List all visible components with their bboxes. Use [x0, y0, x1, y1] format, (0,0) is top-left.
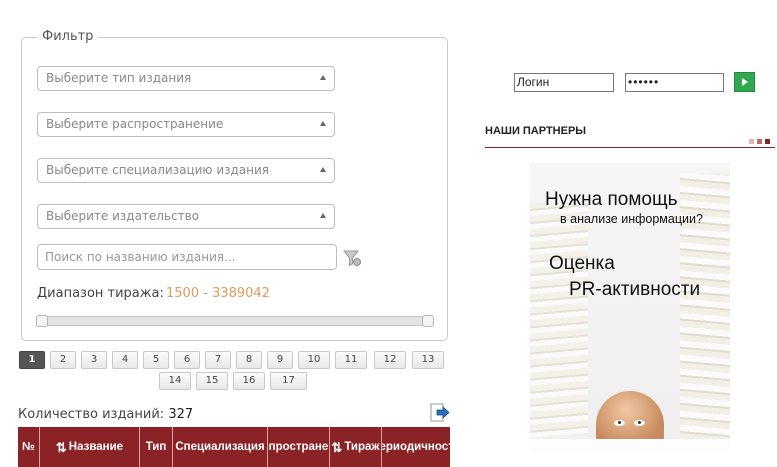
column-header-periodicity-label: Периодичность — [382, 440, 450, 453]
column-header-circulation-label: Тираж — [344, 440, 380, 453]
publications-table-header: № ⇅ Название Тип Специализация Распростр… — [18, 427, 450, 467]
circulation-range-label: Диапазон тиража: — [37, 286, 164, 301]
column-header-circulation[interactable]: ⇅ Тираж — [330, 427, 382, 467]
page-button-13[interactable]: 13 — [412, 351, 444, 369]
page-button-5[interactable]: 5 — [143, 351, 169, 369]
page-button-3[interactable]: 3 — [81, 351, 107, 369]
column-header-distribution[interactable]: Распространение — [268, 427, 330, 467]
page-button-4[interactable]: 4 — [112, 351, 138, 369]
desk-edge — [530, 439, 730, 453]
specialization-select-label: Выберите специализацию издания — [46, 163, 270, 177]
publications-count-label: Количество изданий: — [18, 407, 165, 422]
publications-count-value: 327 — [168, 407, 194, 422]
dropdown-arrow-icon — [320, 167, 326, 172]
page-button-14[interactable]: 14 — [159, 372, 191, 390]
column-header-number[interactable]: № — [18, 427, 40, 467]
decorative-dots — [749, 139, 770, 144]
page-button-11[interactable]: 11 — [335, 351, 367, 369]
distribution-select-label: Выберите распространение — [46, 117, 224, 131]
page-button-10[interactable]: 10 — [298, 351, 330, 369]
specialization-select[interactable]: Выберите специализацию издания — [37, 158, 335, 183]
slider-min-handle[interactable] — [36, 315, 48, 327]
eye — [614, 420, 625, 426]
column-header-distribution-label: Распространение — [268, 440, 329, 453]
banner-subheadline: в анализе информации? — [560, 212, 703, 226]
column-header-specialization[interactable]: Специализация — [173, 427, 268, 467]
page-button-15[interactable]: 15 — [196, 372, 228, 390]
banner-headline: Нужна помощь — [545, 189, 678, 210]
dropdown-arrow-icon — [320, 121, 326, 126]
circulation-range-slider[interactable] — [36, 315, 434, 327]
page-button-7[interactable]: 7 — [205, 351, 231, 369]
export-icon[interactable] — [428, 402, 450, 424]
password-input[interactable]: •••••• — [625, 73, 724, 92]
dot — [757, 139, 762, 144]
page-button-16[interactable]: 16 — [233, 372, 265, 390]
paper-stack-image — [530, 203, 588, 453]
slider-max-handle[interactable] — [422, 315, 434, 327]
partners-divider — [485, 147, 775, 148]
column-header-periodicity[interactable]: Периодичность — [382, 427, 450, 467]
publisher-select-label: Выберите издательство — [46, 209, 200, 223]
filter-panel: Фильтр Выберите тип издания Выберите рас… — [21, 29, 448, 341]
dropdown-arrow-icon — [320, 213, 326, 218]
page-button-8[interactable]: 8 — [236, 351, 262, 369]
dropdown-arrow-icon — [320, 75, 326, 80]
publication-type-select-label: Выберите тип издания — [46, 71, 192, 85]
column-header-title-label: Название — [68, 440, 124, 453]
column-header-title[interactable]: ⇅ Название — [40, 427, 140, 467]
page-button-2[interactable]: 2 — [50, 351, 76, 369]
title-search-input[interactable]: Поиск по названию издания... — [37, 244, 337, 270]
dot — [765, 139, 770, 144]
banner-text-pr: PR-активности — [569, 279, 701, 300]
login-submit-button[interactable] — [734, 72, 755, 92]
publications-count: Количество изданий: 327 — [18, 407, 193, 422]
publisher-select[interactable]: Выберите издательство — [37, 204, 335, 229]
slider-range-fill — [38, 317, 432, 325]
circulation-range-value: 1500 - 3389042 — [166, 286, 270, 301]
sort-icon: ⇅ — [55, 439, 67, 455]
partner-banner[interactable]: Нужна помощь в анализе информации? Оценк… — [530, 163, 730, 453]
dot — [749, 139, 754, 144]
clear-filter-icon[interactable] — [342, 248, 362, 268]
login-input[interactable]: Логин — [514, 73, 614, 92]
sort-icon: ⇅ — [331, 439, 343, 455]
page-button-1[interactable]: 1 — [19, 351, 45, 369]
column-header-type-label: Тип — [145, 440, 167, 453]
page-button-6[interactable]: 6 — [174, 351, 200, 369]
filter-legend: Фильтр — [37, 29, 99, 44]
eye — [634, 420, 645, 426]
page-button-12[interactable]: 12 — [374, 351, 406, 369]
banner-text-evaluation: Оценка — [549, 253, 615, 274]
column-header-specialization-label: Специализация — [175, 440, 265, 453]
column-header-number-label: № — [22, 440, 35, 453]
partners-heading: НАШИ ПАРТНЕРЫ — [485, 125, 587, 137]
publication-type-select[interactable]: Выберите тип издания — [37, 66, 335, 91]
distribution-select[interactable]: Выберите распространение — [37, 112, 335, 137]
column-header-type[interactable]: Тип — [140, 427, 173, 467]
page-button-9[interactable]: 9 — [267, 351, 293, 369]
page-button-17[interactable]: 17 — [270, 372, 307, 390]
